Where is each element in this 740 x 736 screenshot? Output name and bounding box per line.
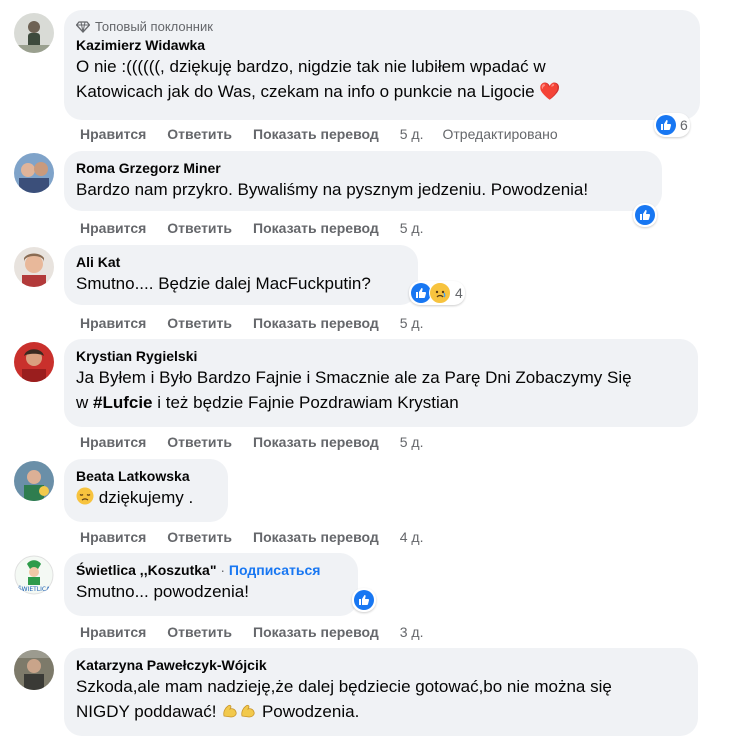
avatar[interactable] bbox=[14, 650, 54, 690]
comment-time[interactable]: 5 д. bbox=[400, 315, 424, 331]
comment-time[interactable]: 5 д. bbox=[400, 126, 424, 142]
separator-dot: · bbox=[216, 562, 229, 578]
follow-button[interactable]: Подписаться bbox=[229, 562, 321, 578]
avatar[interactable] bbox=[14, 461, 54, 501]
avatar[interactable]: ŚWIETLICA bbox=[14, 555, 54, 595]
comment-text: Ja Byłem i Było Bardzo Fajnie i Smacznie… bbox=[76, 365, 686, 415]
comment-bubble: Beata Latkowska dziękujemy . bbox=[64, 459, 228, 522]
like-button[interactable]: Нравится bbox=[80, 529, 146, 545]
svg-text:ŚWIETLICA: ŚWIETLICA bbox=[18, 586, 51, 593]
comment-text-line: O nie :((((((, dziękuję bardzo, nigdzie … bbox=[76, 57, 546, 76]
comment-text: Szkoda,ale mam nadzieję,że dalej będziec… bbox=[76, 674, 686, 726]
reactions-count: 4 bbox=[455, 285, 463, 301]
reply-button[interactable]: Ответить bbox=[167, 434, 232, 450]
reply-button[interactable]: Ответить bbox=[167, 624, 232, 640]
avatar[interactable] bbox=[14, 247, 54, 287]
comment-bubble: Ali Kat Smutno.... Będzie dalej MacFuckp… bbox=[64, 245, 418, 305]
comment-text: O nie :((((((, dziękuję bardzo, nigdzie … bbox=[76, 54, 688, 104]
comment-time[interactable]: 3 д. bbox=[400, 624, 424, 640]
comment-author[interactable]: Katarzyna Pawełczyk-Wójcik bbox=[76, 656, 686, 674]
edited-label: Отредактировано bbox=[442, 126, 558, 142]
like-button[interactable]: Нравится bbox=[80, 315, 146, 331]
translate-button[interactable]: Показать перевод bbox=[253, 434, 379, 450]
comment-text-line: w bbox=[76, 393, 93, 412]
reactions-count: 6 bbox=[680, 117, 688, 133]
like-button[interactable]: Нравится bbox=[80, 126, 146, 142]
comment-bubble: Roma Grzegorz Miner Bardzo nam przykro. … bbox=[64, 151, 662, 211]
comment-actions: Нравится Ответить Показать перевод 5 д. bbox=[80, 220, 444, 236]
sad-emoji-icon bbox=[429, 282, 451, 304]
like-icon bbox=[411, 283, 431, 303]
comment-text-line: Powodzenia. bbox=[261, 702, 360, 721]
comment-actions: Нравится Ответить Показать перевод 5 д. … bbox=[80, 126, 579, 142]
comment-bubble: Świetlica ,,Koszutka" · Подписаться Smut… bbox=[64, 553, 358, 616]
heart-emoji: ❤️ bbox=[539, 82, 561, 101]
reply-button[interactable]: Ответить bbox=[167, 220, 232, 236]
translate-button[interactable]: Показать перевод bbox=[253, 624, 379, 640]
reactions-summary[interactable] bbox=[352, 588, 376, 612]
comment-text: dziękujemy . bbox=[76, 485, 216, 512]
comment-text-line: i też będzie Fajnie Pozdrawiam Krystian bbox=[152, 393, 459, 412]
like-icon bbox=[656, 115, 676, 135]
comment-time[interactable]: 5 д. bbox=[400, 434, 424, 450]
translate-button[interactable]: Показать перевод bbox=[253, 315, 379, 331]
like-icon bbox=[635, 205, 655, 225]
flexed-biceps-emoji bbox=[239, 701, 257, 726]
comment-text-line: NIGDY poddawać! bbox=[76, 702, 217, 721]
comment-text: Smutno.... Będzie dalej MacFuckputin? bbox=[76, 274, 371, 293]
comment-bubble: Katarzyna Pawełczyk-Wójcik Szkoda,ale ma… bbox=[64, 648, 698, 736]
comment-author[interactable]: Ali Kat bbox=[76, 253, 406, 271]
comment-author-name[interactable]: Świetlica ,,Koszutka" bbox=[76, 562, 216, 578]
reactions-summary[interactable] bbox=[633, 203, 657, 227]
translate-button[interactable]: Показать перевод bbox=[253, 529, 379, 545]
sad-emoji-icon bbox=[76, 487, 94, 512]
comment-actions: Нравится Ответить Показать перевод 3 д. bbox=[80, 624, 444, 640]
avatar[interactable] bbox=[14, 342, 54, 382]
comment-author[interactable]: Krystian Rygielski bbox=[76, 347, 686, 365]
reactions-summary[interactable]: 4 bbox=[409, 281, 465, 305]
like-icon bbox=[354, 590, 374, 610]
comment-bubble: Krystian Rygielski Ja Byłem i Było Bardz… bbox=[64, 339, 698, 427]
comment-author[interactable]: Kazimierz Widawka bbox=[76, 36, 688, 54]
like-button[interactable]: Нравится bbox=[80, 624, 146, 640]
comment-actions: Нравится Ответить Показать перевод 5 д. bbox=[80, 434, 444, 450]
comment-author[interactable]: Beata Latkowska bbox=[76, 467, 216, 485]
flexed-biceps-emoji bbox=[221, 701, 239, 726]
avatar[interactable] bbox=[14, 13, 54, 53]
comment-text: Smutno... powodzenia! bbox=[76, 582, 249, 601]
like-button[interactable]: Нравится bbox=[80, 220, 146, 236]
translate-button[interactable]: Показать перевод bbox=[253, 126, 379, 142]
comment-text-line: Ja Byłem i Było Bardzo Fajnie i Smacznie… bbox=[76, 368, 632, 387]
translate-button[interactable]: Показать перевод bbox=[253, 220, 379, 236]
like-button[interactable]: Нравится bbox=[80, 434, 146, 450]
comment-actions: Нравится Ответить Показать перевод 4 д. bbox=[80, 529, 444, 545]
top-fan-badge: Топовый поклонник bbox=[76, 18, 688, 36]
comment-time[interactable]: 5 д. bbox=[400, 220, 424, 236]
reactions-summary[interactable]: 6 bbox=[654, 113, 690, 137]
reply-button[interactable]: Ответить bbox=[167, 529, 232, 545]
comment-actions: Нравится Ответить Показать перевод 5 д. bbox=[80, 315, 444, 331]
diamond-icon bbox=[76, 21, 90, 33]
comment-author: Świetlica ,,Koszutka" · Подписаться bbox=[76, 561, 346, 579]
comment-time[interactable]: 4 д. bbox=[400, 529, 424, 545]
avatar[interactable] bbox=[14, 153, 54, 193]
reply-button[interactable]: Ответить bbox=[167, 126, 232, 142]
comment-bubble: Топовый поклонник Kazimierz Widawka O ni… bbox=[64, 10, 700, 120]
badge-label: Топовый поклонник bbox=[95, 19, 213, 34]
hashtag-link[interactable]: #Lufcie bbox=[93, 393, 153, 412]
comment-text-line: Katowicach jak do Was, czekam na info o … bbox=[76, 82, 535, 101]
comment-text-line: dziękujemy . bbox=[98, 488, 194, 507]
comment-author[interactable]: Roma Grzegorz Miner bbox=[76, 159, 650, 177]
reply-button[interactable]: Ответить bbox=[167, 315, 232, 331]
comment-text-line: Szkoda,ale mam nadzieję,że dalej będziec… bbox=[76, 677, 612, 696]
comment-text: Bardzo nam przykro. Bywaliśmy na pysznym… bbox=[76, 180, 589, 199]
